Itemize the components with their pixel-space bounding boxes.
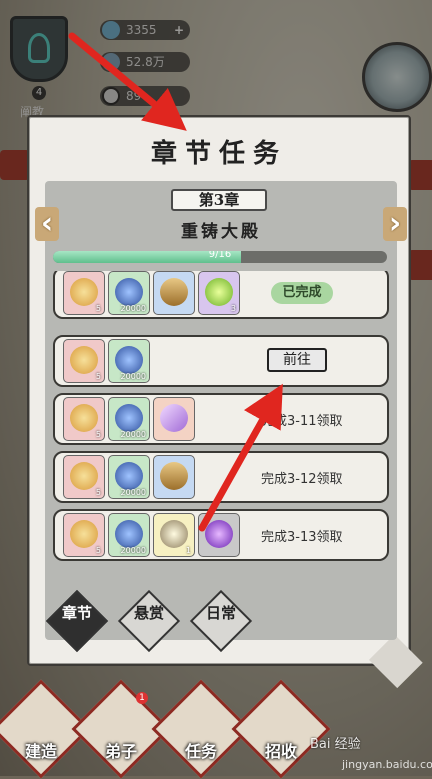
chapter-number: 第3章 <box>171 189 267 211</box>
nav-button-3[interactable] <box>231 679 331 779</box>
reward-count: 5 <box>95 546 101 555</box>
reward-items: 5 20000 <box>63 455 195 499</box>
reward-count: 5 <box>95 304 101 313</box>
reward-item[interactable]: 20000 <box>108 271 150 315</box>
task-row: 5 20000 前往 <box>53 335 389 387</box>
reward-item[interactable]: 20000 <box>108 339 150 383</box>
chapter-name: 重铸大殿 <box>181 222 261 242</box>
go-button[interactable]: 前往 <box>267 348 327 372</box>
reward-count: 5 <box>95 372 101 381</box>
blue-crystal-icon <box>115 520 143 548</box>
purple-cloth-icon <box>160 404 188 432</box>
reward-item[interactable]: 20000 <box>108 513 150 557</box>
nav-label: 建造 <box>24 742 57 761</box>
task-row: 5 20000 3 已完成 <box>53 271 389 319</box>
nav-label: 弟子 <box>104 742 137 761</box>
reward-items: 5 20000 <box>63 397 195 441</box>
nav-label: 招收 <box>264 742 297 761</box>
nav-label: 任务 <box>184 742 217 761</box>
task-tabs: 章节 悬赏 日常 <box>41 589 253 653</box>
blue-crystal-icon <box>115 404 143 432</box>
notification-badge: 1 <box>136 692 148 704</box>
reward-count: 1 <box>185 546 191 555</box>
reward-count: 20000 <box>120 372 146 381</box>
task-row: 5 20000 1 完成3-13领取 <box>53 509 389 561</box>
task-status-text: 完成3-11领取 <box>261 414 343 429</box>
green-orb-icon <box>205 278 233 306</box>
reward-count: 20000 <box>120 546 146 555</box>
reward-item[interactable] <box>153 455 195 499</box>
blue-crystal-icon <box>115 462 143 490</box>
chapter-progress-bar: 9/16 <box>53 251 387 263</box>
gold-ingot-icon <box>70 520 98 548</box>
reward-item[interactable]: 1 <box>153 513 195 557</box>
task-row: 5 20000 完成3-11领取 <box>53 393 389 445</box>
next-chapter-button[interactable]: › <box>383 207 407 241</box>
blue-crystal-icon <box>115 346 143 374</box>
gold-ingot-icon <box>70 278 98 306</box>
reward-item[interactable]: 5 <box>63 339 105 383</box>
spirit-tree-icon <box>160 520 188 548</box>
task-row: 5 20000 完成3-12领取 <box>53 451 389 503</box>
reward-count: 5 <box>95 488 101 497</box>
reward-item[interactable] <box>153 397 195 441</box>
gold-ingot-icon <box>70 404 98 432</box>
prev-chapter-button[interactable]: ‹ <box>35 207 59 241</box>
task-status-text: 完成3-12领取 <box>261 472 343 487</box>
reward-item[interactable]: 5 <box>63 271 105 315</box>
dialog-title: 章节任务 <box>150 139 287 169</box>
chapter-task-dialog: 章节任务 第3章 重铸大殿 ‹ › 9/16 5 20000 3 已完成 5 20000 前… <box>27 115 423 689</box>
reward-item[interactable] <box>153 271 195 315</box>
watermark-url: jingyan.baidu.com <box>342 758 432 771</box>
reward-item[interactable] <box>198 513 240 557</box>
reward-count: 20000 <box>120 304 146 313</box>
reward-items: 5 20000 <box>63 339 150 383</box>
task-list[interactable]: 5 20000 3 已完成 5 20000 前往 5 20000 完成3-11领取 5 20000 完成… <box>53 271 389 633</box>
reward-items: 5 20000 1 <box>63 513 240 557</box>
completed-tag: 已完成 <box>271 282 333 304</box>
reward-item[interactable]: 20000 <box>108 455 150 499</box>
reward-item[interactable]: 3 <box>198 271 240 315</box>
task-status-text: 完成3-13领取 <box>261 530 343 545</box>
reward-item[interactable]: 5 <box>63 455 105 499</box>
reward-count: 3 <box>230 304 236 313</box>
treasure-chest-icon <box>160 278 188 306</box>
reward-count: 20000 <box>120 430 146 439</box>
watermark: Bai 经验 <box>310 737 361 752</box>
reward-item[interactable]: 5 <box>63 513 105 557</box>
blue-crystal-icon <box>115 278 143 306</box>
progress-text: 9/16 <box>208 251 232 260</box>
tab-label: 悬赏 <box>133 604 164 622</box>
reward-count: 5 <box>95 430 101 439</box>
chapter-panel: 第3章 重铸大殿 ‹ › 9/16 5 20000 3 已完成 5 20000 前往 5 200… <box>35 181 407 640</box>
tab-label: 日常 <box>205 604 236 622</box>
reward-item[interactable]: 5 <box>63 397 105 441</box>
reward-item[interactable]: 20000 <box>108 397 150 441</box>
reward-items: 5 20000 3 <box>63 271 240 315</box>
treasure-chest-icon <box>160 462 188 490</box>
purple-flame-icon <box>205 520 233 548</box>
tab-label: 章节 <box>61 604 92 622</box>
gold-ingot-icon <box>70 462 98 490</box>
reward-count: 20000 <box>120 488 146 497</box>
gold-ingot-icon <box>70 346 98 374</box>
